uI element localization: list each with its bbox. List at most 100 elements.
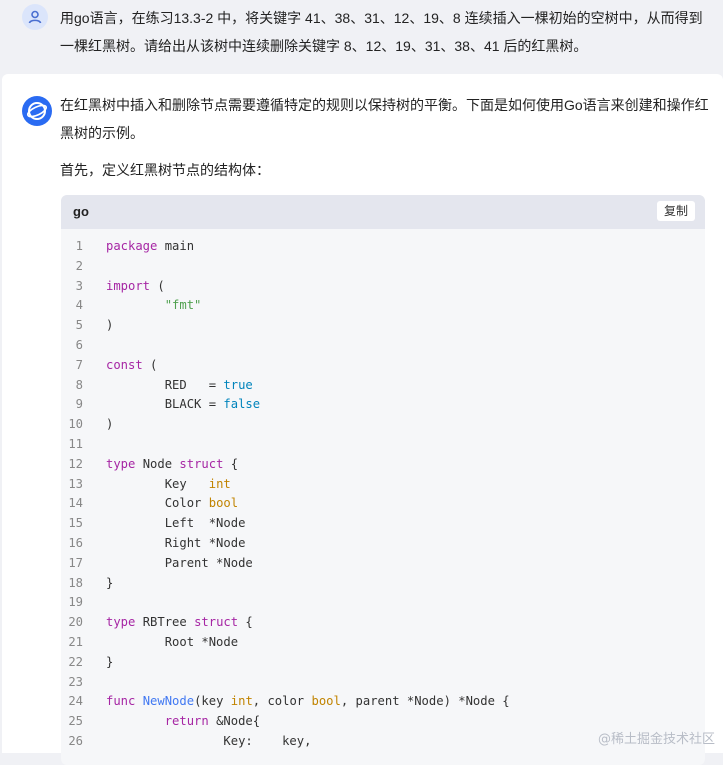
code-token: int [230,694,253,709]
user-icon [28,10,42,24]
user-message-text: 用go语言，在练习13.3-2 中，将关键字 41、38、31、12、19、8 … [60,10,703,54]
code-token: (key [194,694,231,709]
code-token: import [106,278,151,293]
code-line: 18} [61,574,705,594]
code-token: RED = [106,377,224,392]
line-number: 22 [68,654,83,669]
answer-subintro: 首先，定义红黑树节点的结构体： [60,162,270,178]
code-token: ( [142,357,158,372]
code-token: BLACK = [106,397,224,412]
line-number: 21 [68,634,83,649]
code-line: 2 [61,257,705,277]
code-token: type [106,456,136,471]
line-number: 16 [68,535,83,550]
code-text: RED = true [106,376,253,396]
code-token: ) [106,318,114,333]
line-number: 5 [75,318,83,333]
code-language: go [73,204,89,219]
code-token: { [223,456,239,471]
code-token: Node [135,456,180,471]
code-token: &Node{ [208,714,261,729]
code-token: return [164,714,209,729]
code-token: bool [208,496,239,511]
code-token: Color [106,496,209,511]
code-token: Key: key, [106,733,312,748]
code-text: BLACK = false [106,395,260,415]
line-number: 11 [68,436,83,451]
assistant-logo-icon [26,102,48,120]
code-line: 9 BLACK = false [61,395,705,415]
code-token: int [208,476,231,491]
code-body: 1 package main 2 3 import (4 "fmt" 5) 6 7 const … [61,237,705,752]
code-text: "fmt" [106,296,202,316]
code-text: type Node struct { [106,455,238,475]
code-token: func [106,694,136,709]
code-token: RBTree [135,615,195,630]
line-number: 17 [68,555,83,570]
line-number: 20 [68,615,83,630]
code-text: import ( [106,277,165,297]
code-line: 8 RED = true [61,376,705,396]
code-token: struct [179,456,224,471]
code-token: package [106,239,158,253]
code-line: 5) [61,316,705,336]
user-message: 用go语言，在练习13.3-2 中，将关键字 41、38、31、12、19、8 … [0,0,723,72]
code-line: 23 [61,673,705,693]
code-line: 4 "fmt" [61,296,705,316]
line-number: 13 [68,476,83,491]
code-line: 14 Color bool [61,494,705,514]
line-number: 25 [68,714,83,729]
code-line: 6 [61,336,705,356]
code-text: Key int [106,475,231,495]
code-line: 21 Root *Node [61,633,705,653]
code-text: } [106,574,113,594]
line-number: 14 [68,496,83,511]
line-number: 12 [68,456,83,471]
code-token: } [106,654,114,669]
code-text: Color bool [106,494,238,514]
code-line: 17 Parent *Node [61,554,705,574]
watermark: @稀土掘金技术社区 [597,732,715,747]
code-token: Parent *Node [106,555,253,570]
code-text: } [106,653,113,673]
line-number: 6 [75,337,83,352]
line-number: 23 [68,674,83,689]
line-number: 24 [68,694,83,709]
code-token: NewNode [142,694,195,709]
line-number: 2 [75,258,83,273]
code-token: "fmt" [164,298,202,313]
line-number: 19 [68,595,83,610]
copy-button[interactable]: 复制 [656,201,695,221]
code-line: 20 type RBTree struct { [61,613,705,633]
user-avatar [22,4,48,30]
code-text: Right *Node [106,534,246,554]
code-text: type RBTree struct { [106,613,253,633]
code-line: 19 [61,593,705,613]
code-token: Root *Node [106,634,239,649]
code-line: 12 type Node struct { [61,455,705,475]
code-line: 10) [61,415,705,435]
line-number: 4 [75,298,83,313]
code-text: Left *Node [106,514,246,534]
code-token: Left *Node [106,516,246,531]
code-line: 13 Key int [61,475,705,495]
code-line: 1 package main [61,237,705,257]
code-token: ) [106,417,114,432]
code-token: main [157,239,195,253]
assistant-avatar [22,96,52,126]
code-line: 15 Left *Node [61,514,705,534]
assistant-answer: 在红黑树中插入和删除节点需要遵循特定的规则以保持树的平衡。下面是如何使用Go语言… [2,74,723,765]
line-number: 1 [75,239,83,253]
code-header: go 复制 [61,195,705,229]
code-token: bool [311,694,341,709]
code-line: 3 import ( [61,277,705,297]
code-line: 7 const ( [61,356,705,376]
code-line: 22} [61,653,705,673]
code-line: 11 [61,435,705,455]
code-token: type [106,615,136,630]
code-token: { [238,615,253,630]
line-number: 9 [75,397,83,412]
